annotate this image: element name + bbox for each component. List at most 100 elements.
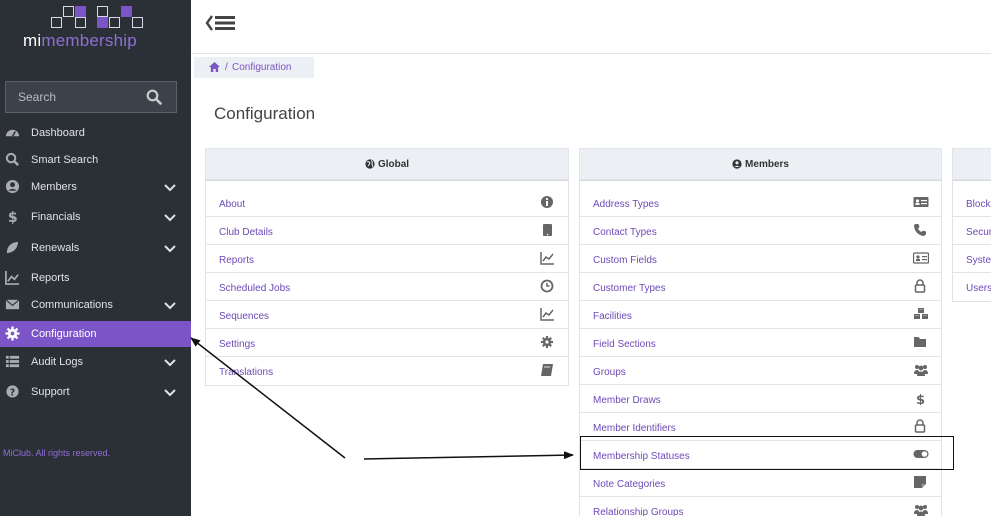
info-circle-icon: [541, 196, 553, 208]
sidebar-item-dashboard[interactable]: Dashboard: [0, 120, 191, 146]
sidebar-item-support[interactable]: ? Support: [0, 379, 191, 405]
users-icon: [914, 505, 928, 516]
list-item-membership-statuses[interactable]: Membership Statuses: [580, 441, 941, 469]
sticky-note-icon: [914, 476, 926, 488]
breadcrumb: / Configuration: [194, 57, 314, 78]
chevron-down-icon: [164, 214, 176, 222]
search-input[interactable]: [6, 82, 136, 112]
sidebar-item-members[interactable]: Members: [0, 174, 191, 200]
question-icon: ?: [6, 385, 19, 398]
top-bar: [191, 0, 991, 54]
list-item-club-details[interactable]: Club Details: [206, 217, 568, 245]
copyright-text: MiClub. All rights reserved.: [3, 448, 111, 458]
chevron-down-icon: [164, 245, 176, 253]
sidebar-item-label: Reports: [31, 272, 70, 284]
list-item-label: About: [219, 199, 246, 210]
list-item-label: Relationship Groups: [593, 507, 684, 516]
search-icon: [5, 152, 19, 166]
phone-icon: [914, 224, 926, 236]
list-item-label: Translations: [219, 367, 274, 378]
home-icon[interactable]: [209, 62, 220, 72]
panel-header: [952, 148, 991, 180]
list-item[interactable]: Block: [953, 181, 991, 217]
list-item-sequences[interactable]: Sequences: [206, 301, 568, 329]
panel-title: Global: [377, 159, 410, 170]
sidebar-item-label: Communications: [31, 299, 113, 311]
dashboard-icon: [5, 129, 20, 137]
list-item-note-categories[interactable]: Note Categories: [580, 469, 941, 497]
list-item-settings[interactable]: Settings: [206, 329, 568, 357]
list-item-label: Club Details: [219, 227, 273, 238]
address-card-icon: [913, 197, 929, 207]
list-item-about[interactable]: About: [206, 181, 568, 217]
list-item-label: Settings: [219, 339, 256, 350]
list-item-contact-types[interactable]: Contact Types: [580, 217, 941, 245]
logo-text: mimembership: [23, 31, 137, 51]
list-item-translations[interactable]: Translations: [206, 357, 568, 385]
panel-header: Global: [205, 148, 569, 180]
sidebar-item-label: Dashboard: [31, 127, 85, 139]
list-item-groups[interactable]: Groups: [580, 357, 941, 385]
sidebar-item-label: Configuration: [31, 328, 97, 340]
sidebar-item-audit-logs[interactable]: Audit Logs: [0, 349, 191, 375]
list-item[interactable]: Syste: [953, 245, 991, 273]
logo-square: [121, 6, 132, 17]
logo-square: [63, 6, 74, 17]
gear-icon: [541, 336, 553, 348]
list-item-scheduled-jobs[interactable]: Scheduled Jobs: [206, 273, 568, 301]
list-item-label: Groups: [593, 367, 626, 378]
leaf-icon: [6, 241, 19, 254]
folder-icon: [914, 337, 926, 347]
logo-square: [97, 17, 108, 28]
list-item-relationship-groups[interactable]: Relationship Groups: [580, 497, 941, 516]
page-title: Configuration: [214, 104, 316, 123]
logo-square: [132, 17, 143, 28]
book-icon: [541, 364, 553, 376]
list-item-address-types[interactable]: Address Types: [580, 181, 941, 217]
list-icon: [5, 355, 20, 368]
chevron-down-icon: [164, 359, 176, 367]
gear-icon: [5, 326, 20, 341]
list-item-label: Facilities: [593, 311, 632, 322]
list-item-customer-types[interactable]: Customer Types: [580, 273, 941, 301]
sidebar-item-smart-search[interactable]: Smart Search: [0, 147, 191, 173]
sidebar-item-label: Renewals: [31, 242, 80, 254]
sidebar-item-label: Audit Logs: [31, 356, 83, 368]
list-item-label: Member Draws: [593, 395, 661, 406]
logo-square: [97, 6, 108, 17]
list-item[interactable]: Secur: [953, 217, 991, 245]
panel-title: Members: [745, 159, 789, 170]
lock-icon: [914, 419, 926, 433]
sidebar-item-reports[interactable]: Reports: [0, 265, 191, 291]
list-item-custom-fields[interactable]: Custom Fields: [580, 245, 941, 273]
search-box: [5, 81, 177, 113]
cubes-icon: [914, 308, 928, 319]
lock-icon: [914, 279, 926, 293]
list-item-label: Sequences: [219, 311, 270, 322]
list-item[interactable]: Users: [953, 273, 991, 301]
list-item-facilities[interactable]: Facilities: [580, 301, 941, 329]
list-item-label: Note Categories: [593, 479, 666, 490]
logo[interactable]: mimembership: [0, 0, 191, 70]
breadcrumb-separator: /: [225, 62, 228, 73]
list-item-reports[interactable]: Reports: [206, 245, 568, 273]
list-item-label: Block: [966, 199, 991, 210]
list-item-member-draws[interactable]: Member Draws $: [580, 385, 941, 413]
logo-text-mi: mi: [23, 31, 42, 50]
list-item-label: Scheduled Jobs: [219, 283, 291, 294]
list-item-label: Syste: [966, 255, 991, 266]
list-item-field-sections[interactable]: Field Sections: [580, 329, 941, 357]
logo-square: [109, 17, 120, 28]
sidebar-toggle-icon[interactable]: [205, 13, 237, 33]
list-item-member-identifiers[interactable]: Member Identifiers: [580, 413, 941, 441]
list-item-label: Reports: [219, 255, 255, 266]
list-item-label: Users: [966, 283, 991, 294]
sidebar-item-configuration[interactable]: Configuration: [0, 321, 191, 347]
svg-text:$: $: [8, 210, 18, 224]
list-item-label: Customer Types: [593, 283, 666, 294]
sidebar-item-communications[interactable]: Communications: [0, 292, 191, 318]
search-icon[interactable]: [146, 89, 162, 105]
svg-text:$: $: [916, 393, 925, 405]
sidebar-item-financials[interactable]: $ Financials: [0, 204, 191, 230]
sidebar-item-renewals[interactable]: Renewals: [0, 235, 191, 261]
